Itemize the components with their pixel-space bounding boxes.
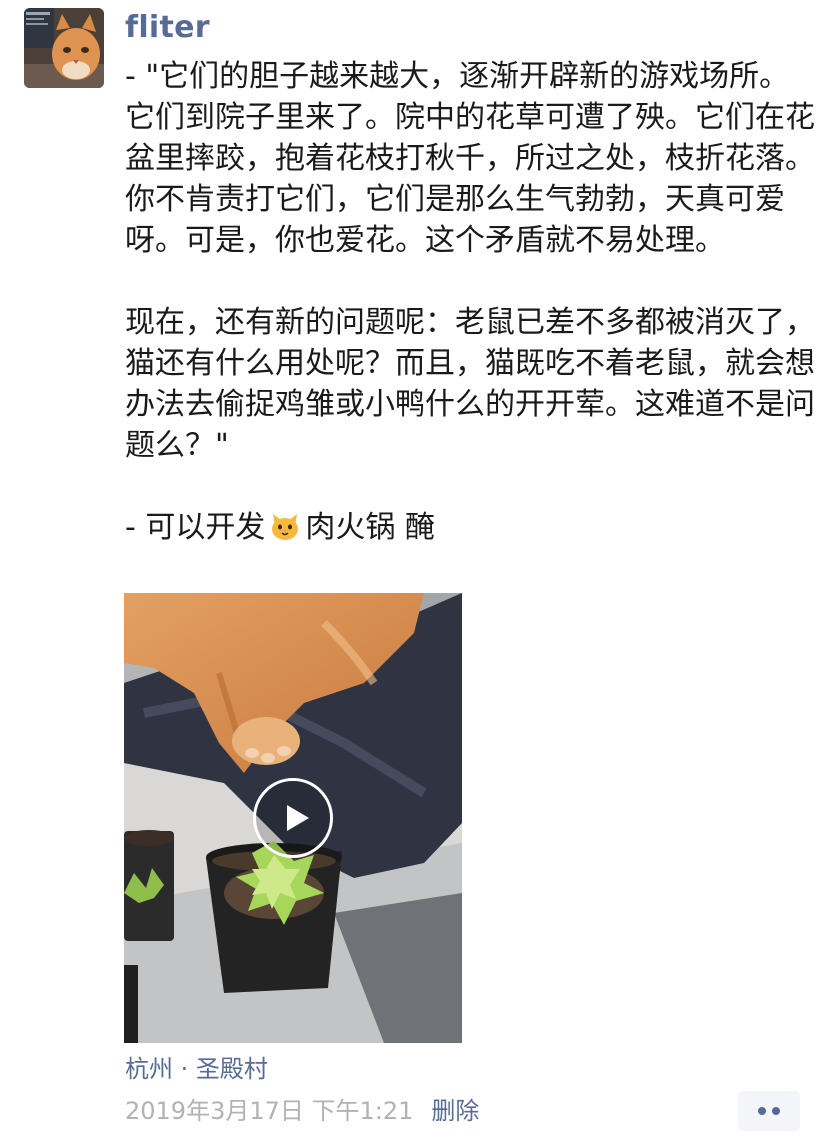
post-text: - "它们的胆子越来越大，逐渐开辟新的游戏场所。它们到院子里来了。院中的花草可遭… [125,56,817,548]
more-dots-icon [758,1107,766,1115]
post-paragraph-2: 现在，还有新的问题呢：老鼠已差不多都被消灭了，猫还有什么用处呢？而且，猫既吃不着… [125,305,815,463]
post-timestamp: 2019年3月17日 下午1:21 [125,1097,414,1125]
post-paragraph-3: - 可以开发 肉火锅 醃 [125,507,817,548]
location-link[interactable]: 杭州 · 圣殿村 [125,1052,268,1086]
avatar[interactable] [24,8,104,88]
post-meta: 2019年3月17日 下午1:21 删除 [125,1094,479,1128]
video-thumbnail[interactable] [124,593,462,1043]
more-dots-icon [772,1107,780,1115]
delete-button[interactable]: 删除 [431,1097,479,1125]
play-icon [287,805,309,831]
post-paragraph-3-after: 肉火锅 醃 [305,510,435,545]
author-name[interactable]: fliter [125,8,210,48]
more-button[interactable] [738,1091,800,1131]
cat-face-emoji-icon [269,510,301,542]
play-button[interactable] [253,778,333,858]
post-paragraph-3-before: - 可以开发 [125,510,266,545]
post-paragraph-1: - "它们的胆子越来越大，逐渐开辟新的游戏场所。它们到院子里来了。院中的花草可遭… [125,59,815,258]
